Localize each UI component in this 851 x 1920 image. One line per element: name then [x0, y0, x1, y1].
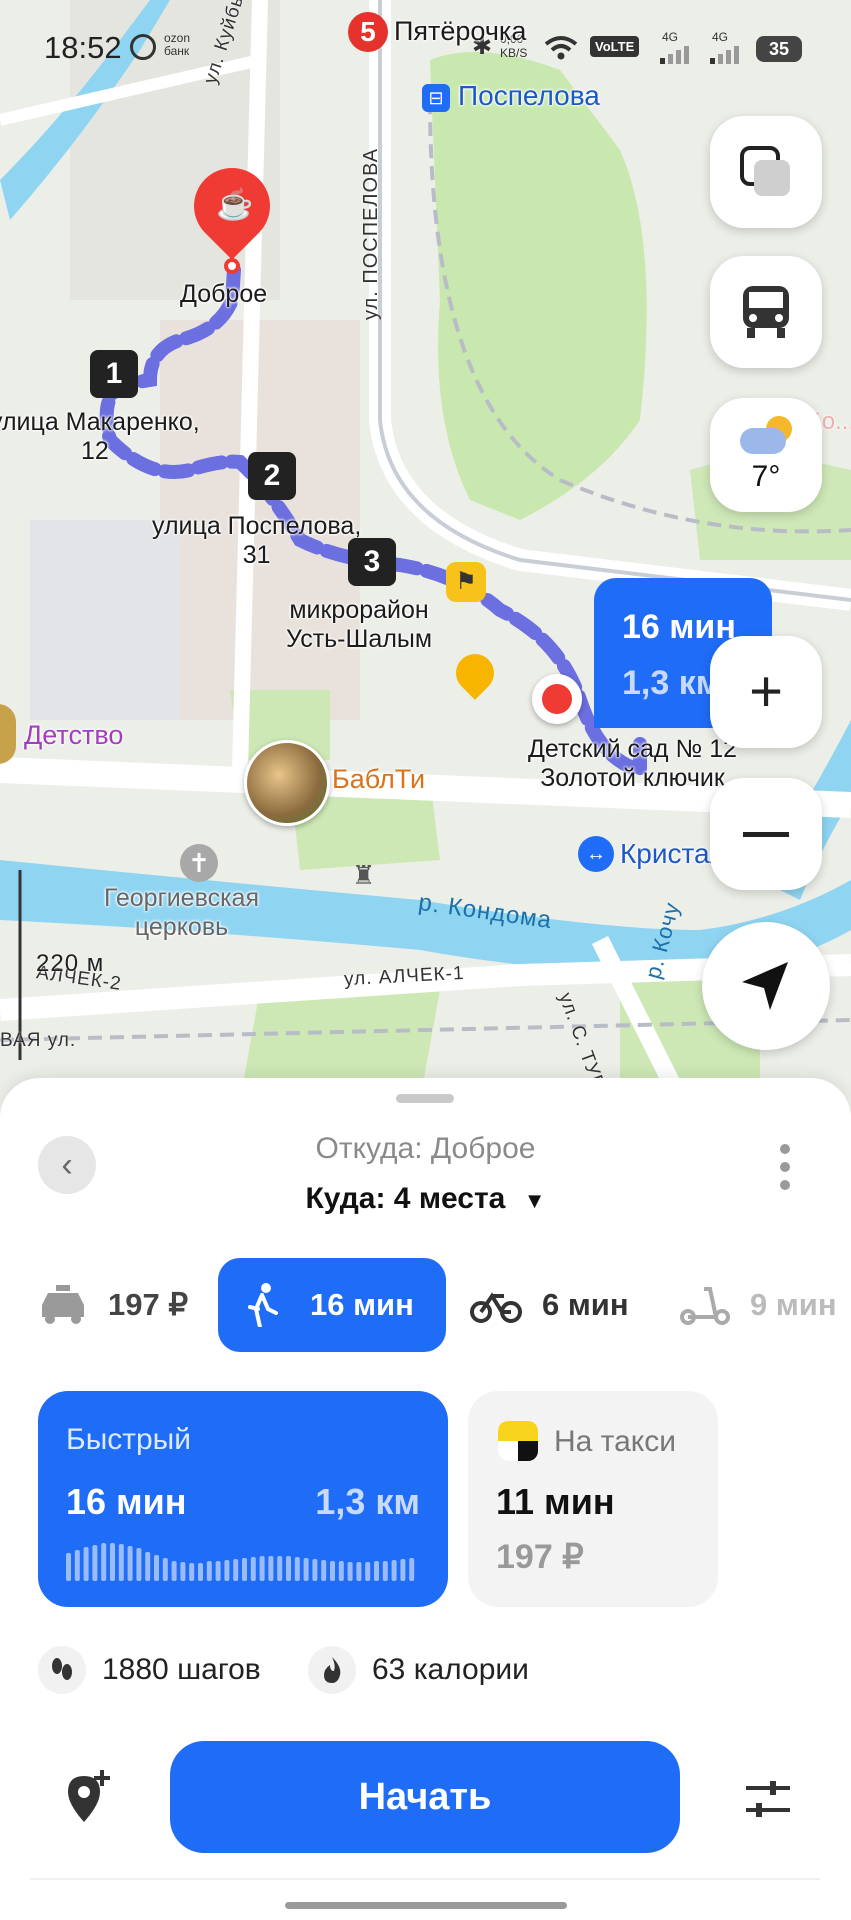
scooter-icon [680, 1287, 730, 1325]
mode-scooter[interactable]: 9 мин [680, 1258, 851, 1352]
steps-stat: 1880 шагов [38, 1638, 261, 1702]
poi-detstvo-label[interactable]: Детство [24, 720, 123, 751]
street-pospelova: ул. ПОСПЕЛОВА [360, 147, 382, 320]
taxi-time: 11 мин [496, 1481, 615, 1522]
bus-icon [743, 286, 789, 338]
weather-button[interactable]: 7° [710, 398, 822, 512]
taxi-price: 197 ₽ [496, 1538, 584, 1576]
add-point-button[interactable] [58, 1768, 118, 1828]
stop-label[interactable]: Поспелова [458, 80, 600, 112]
transport-button[interactable] [710, 256, 822, 368]
status-bar: 18:52 ozon банк ✱ 0,00 KB/S VoLTE 4G 4G … [0, 0, 851, 95]
origin-dot [224, 258, 240, 274]
zoom-out-button[interactable] [710, 778, 822, 890]
elevation-profile [66, 1543, 415, 1581]
kristall-icon: ↔ [578, 836, 614, 872]
weather-cloud-icon [736, 416, 796, 456]
taxi-icon [42, 1285, 84, 1324]
route-to-label: Куда: 4 места [305, 1182, 506, 1215]
minus-icon [743, 831, 789, 837]
route-distance: 1,3 км [622, 664, 721, 702]
sheet-handle[interactable] [396, 1094, 454, 1103]
church-icon: ✝ [180, 844, 218, 882]
mode-bike[interactable]: 6 мин [470, 1258, 640, 1352]
pyaterochka-icon: 5 [348, 12, 388, 52]
waypoint-3-label: микрорайон Усть-Шалым [286, 596, 433, 653]
flame-icon [308, 1646, 356, 1694]
mode-bike-label: 6 мин [542, 1287, 629, 1322]
ozon-bank-icon [130, 34, 156, 60]
battery-level: 35 [768, 39, 790, 59]
location-arrow-icon [742, 962, 788, 1010]
route-sheet: ‹ Откуда: Доброе Куда: 4 места ▼ 197 ₽ 1… [0, 1078, 851, 1920]
yandex-taxi-icon [498, 1421, 538, 1461]
map-view[interactable]: 18:52 ozon банк ✱ 0,00 KB/S VoLTE 4G 4G … [0, 0, 851, 1100]
route-from[interactable]: Откуда: Доброе [0, 1132, 851, 1166]
battery-icon: 35 [756, 36, 802, 62]
add-location-icon [68, 1770, 110, 1822]
route-card-taxi[interactable]: На такси 11 мин 197 ₽ [468, 1391, 718, 1607]
signal-2-label: 4G [712, 30, 729, 44]
start-button[interactable]: Начать [170, 1741, 680, 1853]
waypoint-1-marker[interactable]: 1 [90, 350, 138, 398]
poi-store-label[interactable]: Пятёрочка [394, 16, 526, 47]
signal-2-icon [710, 46, 739, 64]
bus-stop-poi-icon[interactable]: ⚑ [446, 562, 486, 602]
poi-church-label[interactable]: Георгиевская церковь [104, 884, 259, 942]
route-time: 16 мин [622, 608, 736, 646]
steps-label: 1880 шагов [102, 1653, 261, 1686]
my-location-button[interactable] [702, 922, 830, 1050]
bike-icon [470, 1292, 522, 1323]
fast-time: 16 мин [66, 1481, 187, 1522]
sliders-icon [746, 1781, 790, 1817]
more-options-button[interactable] [778, 1142, 792, 1192]
metro-stop-icon: ⊟ [422, 84, 450, 112]
dropdown-triangle-icon: ▼ [523, 1188, 546, 1213]
waypoint-2-label: улица Поспелова, 31 [152, 512, 362, 569]
street-left: ВАЯ ул. [0, 1030, 77, 1051]
fast-title: Быстрый [66, 1423, 191, 1456]
walk-icon [248, 1283, 278, 1327]
signal-1-label: 4G [662, 30, 679, 44]
bottom-divider [30, 1878, 820, 1880]
volte-badge: VoLTE [590, 36, 640, 57]
mode-walk-label: 16 мин [310, 1287, 414, 1322]
weather-temp: 7° [751, 460, 781, 493]
layers-button[interactable] [710, 116, 822, 228]
waypoint-1-label: улица Макаренко, 12 [0, 408, 200, 465]
clock: 18:52 [44, 30, 122, 65]
monument-icon: ♜ [352, 860, 376, 890]
route-card-fast[interactable]: Быстрый 16 мин 1,3 км [38, 1391, 448, 1607]
mode-scooter-label: 9 мин [750, 1287, 837, 1322]
mode-walk[interactable]: 16 мин [218, 1258, 446, 1352]
calories-stat: 63 калории [308, 1638, 529, 1702]
kebab-icon [780, 1144, 790, 1190]
wifi-icon [544, 36, 578, 60]
signal-1-icon [660, 46, 689, 64]
destination-pin-icon[interactable] [532, 674, 582, 724]
taxi-title: На такси [554, 1425, 676, 1458]
footprints-icon [38, 1646, 86, 1694]
bank-label: ozon банк [164, 31, 191, 58]
waypoint-3-marker[interactable]: 3 [348, 538, 396, 586]
home-indicator[interactable] [285, 1902, 567, 1909]
poi-babl-label[interactable]: БаблТи [332, 764, 425, 795]
zoom-in-button[interactable]: + [710, 636, 822, 748]
layers-icon [740, 146, 790, 196]
bablti-photo[interactable] [244, 740, 330, 826]
mode-taxi-label: 197 ₽ [108, 1287, 189, 1322]
plus-icon: + [749, 659, 783, 724]
calories-label: 63 калории [372, 1653, 529, 1686]
waypoint-2-marker[interactable]: 2 [248, 452, 296, 500]
mode-taxi[interactable]: 197 ₽ [38, 1258, 198, 1352]
cup-icon: ☕ [216, 188, 254, 222]
settings-button[interactable] [740, 1772, 796, 1828]
origin-label: Доброе [180, 280, 268, 308]
fast-distance: 1,3 км [315, 1481, 420, 1522]
route-to[interactable]: Куда: 4 места ▼ [0, 1182, 851, 1216]
destination-label: Детский сад № 12 Золотой ключик [528, 735, 737, 792]
scale-label: 220 м [36, 950, 105, 977]
